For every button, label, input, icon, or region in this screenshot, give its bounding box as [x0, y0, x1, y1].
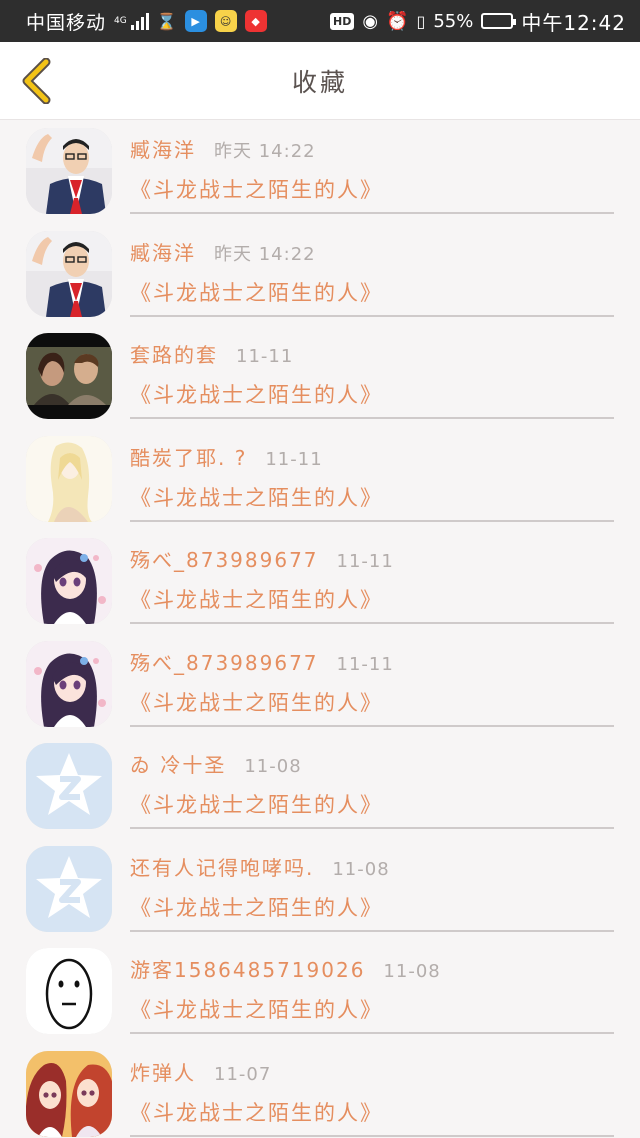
user-name[interactable]: 臧海洋 [130, 237, 196, 266]
timestamp: 11-08 [332, 858, 390, 880]
avatar[interactable] [26, 845, 112, 932]
battery-percent: 55% [433, 10, 474, 32]
back-button[interactable] [14, 56, 58, 106]
favorites-list: 臧海洋 昨天 14:22 《斗龙战士之陌生的人》 臧海洋 昨天 14:22 《斗… [0, 120, 640, 1138]
favorite-meta: 臧海洋 昨天 14:22 [130, 134, 614, 164]
user-name[interactable]: 酷炭了耶. ? [130, 442, 247, 471]
hourglass-icon: ⌛ [156, 11, 177, 31]
avatar[interactable] [26, 640, 112, 727]
vibrate-icon: ▯ [416, 11, 426, 31]
user-name[interactable]: ゐ 冷十圣 [130, 749, 226, 778]
favorite-item[interactable]: 臧海洋 昨天 14:22 《斗龙战士之陌生的人》 [0, 120, 640, 223]
timestamp: 11-11 [336, 653, 394, 675]
favorite-content: 臧海洋 昨天 14:22 《斗龙战士之陌生的人》 [130, 237, 614, 317]
timestamp: 11-07 [214, 1063, 272, 1085]
app-notification-icon: ◆ [244, 10, 267, 32]
favorite-meta: 炸弹人 11-07 [130, 1057, 614, 1087]
user-name[interactable]: 套路的套 [130, 339, 218, 368]
timestamp: 11-11 [336, 551, 394, 572]
favorite-meta: 殇べ_873989677 11-11 [130, 647, 614, 677]
story-title[interactable]: 《斗龙战士之陌生的人》 [130, 277, 614, 307]
app-header: 收藏 [0, 42, 640, 120]
favorite-meta: 殇べ_873989677 11-11 [130, 544, 614, 574]
user-name[interactable]: 臧海洋 [130, 134, 196, 163]
favorite-meta: 还有人记得咆哮吗. 11-08 [130, 852, 614, 882]
favorite-content: ゐ 冷十圣 11-08 《斗龙战士之陌生的人》 [130, 749, 614, 829]
story-title[interactable]: 《斗龙战士之陌生的人》 [130, 482, 614, 512]
status-bar: 中国移动 4G ⌛ ▶ ☺ ◆ HD ◉ ⏰ ▯ 55% 中午12:42 [0, 0, 640, 42]
battery-icon [481, 13, 517, 29]
user-name[interactable]: 殇べ_873989677 [130, 647, 319, 676]
chevron-left-icon [22, 58, 51, 104]
favorite-item[interactable]: 炸弹人 11-07 《斗龙战士之陌生的人》 [0, 1043, 640, 1138]
favorite-meta: ゐ 冷十圣 11-08 [130, 749, 614, 779]
user-name[interactable]: 还有人记得咆哮吗. [130, 852, 314, 881]
story-title[interactable]: 《斗龙战士之陌生的人》 [130, 584, 614, 614]
user-name[interactable]: 游客1586485719026 [130, 954, 365, 983]
story-title[interactable]: 《斗龙战士之陌生的人》 [130, 892, 614, 922]
story-title[interactable]: 《斗龙战士之陌生的人》 [130, 789, 614, 819]
status-left: 中国移动 4G ⌛ ▶ ☺ ◆ [26, 8, 267, 35]
story-title[interactable]: 《斗龙战士之陌生的人》 [130, 1097, 614, 1127]
timestamp: 11-08 [383, 961, 441, 982]
favorite-content: 套路的套 11-11 《斗龙战士之陌生的人》 [130, 339, 614, 419]
eye-icon: ◉ [362, 10, 379, 32]
favorite-content: 臧海洋 昨天 14:22 《斗龙战士之陌生的人》 [130, 134, 614, 214]
avatar[interactable] [26, 333, 112, 419]
app-notification-icon: ☺ [214, 10, 237, 32]
carrier-name: 中国移动 [26, 11, 107, 34]
timestamp: 11-08 [244, 756, 302, 777]
favorite-item[interactable]: 还有人记得咆哮吗. 11-08 《斗龙战士之陌生的人》 [0, 838, 640, 941]
signal-icon [130, 12, 149, 30]
avatar[interactable] [26, 230, 112, 317]
avatar[interactable] [26, 743, 112, 829]
favorite-content: 游客1586485719026 11-08 《斗龙战士之陌生的人》 [130, 954, 614, 1034]
timestamp: 11-11 [265, 448, 323, 470]
app-notification-icon: ▶ [184, 10, 207, 32]
timestamp: 昨天 14:22 [214, 243, 316, 265]
network-type: 4G [114, 15, 127, 26]
favorite-item[interactable]: 殇べ_873989677 11-11 《斗龙战士之陌生的人》 [0, 530, 640, 633]
hd-badge: HD [330, 12, 355, 30]
alarm-icon: ⏰ [386, 10, 409, 32]
story-title[interactable]: 《斗龙战士之陌生的人》 [130, 687, 614, 717]
avatar[interactable] [26, 435, 112, 522]
favorite-content: 还有人记得咆哮吗. 11-08 《斗龙战士之陌生的人》 [130, 852, 614, 932]
timestamp: 11-11 [236, 346, 294, 367]
user-name[interactable]: 殇べ_873989677 [130, 544, 319, 573]
status-right: HD ◉ ⏰ ▯ 55% 中午12:42 [330, 7, 626, 36]
timestamp: 昨天 14:22 [214, 141, 316, 162]
story-title[interactable]: 《斗龙战士之陌生的人》 [130, 379, 614, 409]
favorite-item[interactable]: 酷炭了耶. ? 11-11 《斗龙战士之陌生的人》 [0, 428, 640, 531]
avatar[interactable] [26, 948, 112, 1034]
page-title: 收藏 [291, 67, 348, 97]
favorite-item[interactable]: 套路的套 11-11 《斗龙战士之陌生的人》 [0, 325, 640, 428]
favorite-item[interactable]: 臧海洋 昨天 14:22 《斗龙战士之陌生的人》 [0, 223, 640, 326]
favorite-meta: 臧海洋 昨天 14:22 [130, 237, 614, 267]
clock: 中午12:42 [521, 10, 626, 35]
favorite-content: 殇べ_873989677 11-11 《斗龙战士之陌生的人》 [130, 647, 614, 727]
story-title[interactable]: 《斗龙战士之陌生的人》 [130, 174, 614, 204]
favorite-meta: 套路的套 11-11 [130, 339, 614, 369]
favorite-item[interactable]: 殇べ_873989677 11-11 《斗龙战士之陌生的人》 [0, 633, 640, 736]
avatar[interactable] [26, 538, 112, 624]
favorite-item[interactable]: 游客1586485719026 11-08 《斗龙战士之陌生的人》 [0, 940, 640, 1043]
favorite-item[interactable]: ゐ 冷十圣 11-08 《斗龙战士之陌生的人》 [0, 735, 640, 838]
favorite-content: 酷炭了耶. ? 11-11 《斗龙战士之陌生的人》 [130, 442, 614, 522]
favorite-content: 殇べ_873989677 11-11 《斗龙战士之陌生的人》 [130, 544, 614, 624]
favorite-meta: 游客1586485719026 11-08 [130, 954, 614, 984]
favorite-meta: 酷炭了耶. ? 11-11 [130, 442, 614, 472]
avatar[interactable] [26, 1050, 112, 1137]
user-name[interactable]: 炸弹人 [130, 1057, 196, 1086]
story-title[interactable]: 《斗龙战士之陌生的人》 [130, 994, 614, 1024]
favorite-content: 炸弹人 11-07 《斗龙战士之陌生的人》 [130, 1057, 614, 1137]
avatar[interactable] [26, 128, 112, 214]
